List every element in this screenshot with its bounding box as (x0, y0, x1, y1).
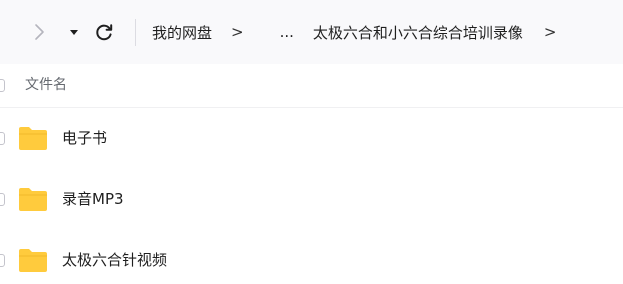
select-all-checkbox[interactable] (0, 79, 5, 92)
breadcrumb-root[interactable]: 我的网盘 (152, 22, 212, 43)
folder-name[interactable]: 录音MP3 (62, 169, 124, 229)
refresh-icon (96, 24, 113, 41)
breadcrumb-current[interactable]: 太极六合和小六合综合培训录像 (313, 22, 523, 43)
row-checkbox[interactable] (0, 254, 5, 267)
chevron-right-icon (35, 24, 44, 40)
folder-icon (19, 188, 47, 211)
caret-down-icon (70, 30, 78, 35)
list-item[interactable]: 电子书 (0, 108, 623, 168)
folder-name[interactable]: 电子书 (62, 108, 107, 168)
breadcrumb-separator: > (231, 23, 244, 41)
breadcrumb: 我的网盘 > ... 太极六合和小六合综合培训录像 > (152, 20, 557, 44)
folder-name[interactable]: 太极六合针视频 (62, 230, 167, 284)
refresh-button[interactable] (92, 20, 116, 44)
column-header-name[interactable]: 文件名 (25, 64, 67, 107)
list-item[interactable]: 太极六合针视频 (0, 230, 623, 284)
row-checkbox[interactable] (0, 132, 5, 145)
breadcrumb-separator: > (543, 23, 557, 41)
row-checkbox[interactable] (0, 193, 5, 206)
navigation-toolbar: 我的网盘 > ... 太极六合和小六合综合培训录像 > (0, 0, 623, 65)
history-dropdown-button[interactable] (62, 20, 86, 44)
list-item[interactable]: 录音MP3 (0, 169, 623, 229)
forward-button[interactable] (27, 20, 51, 44)
file-list-header: 文件名 (0, 64, 623, 108)
folder-icon (19, 249, 47, 272)
file-browser-window: 我的网盘 > ... 太极六合和小六合综合培训录像 > 文件名 电子书 录音MP… (0, 0, 623, 284)
folder-icon (19, 127, 47, 150)
toolbar-divider (135, 19, 136, 46)
breadcrumb-ellipsis[interactable]: ... (280, 23, 294, 41)
